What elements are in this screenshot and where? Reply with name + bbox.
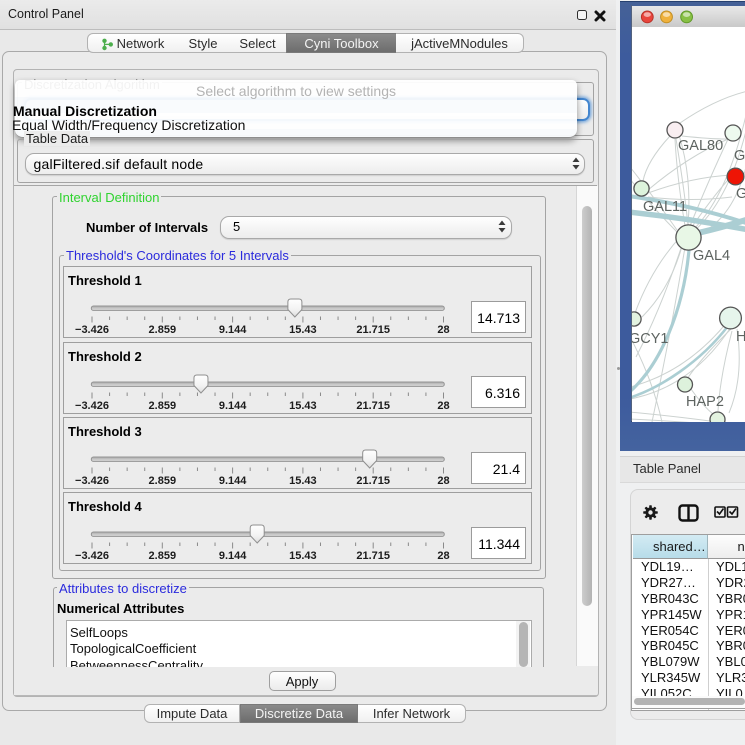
svg-text:G: G (736, 186, 745, 202)
svg-text:21.715: 21.715 (356, 475, 390, 487)
svg-text:9.144: 9.144 (219, 475, 247, 487)
svg-text:2.859: 2.859 (149, 400, 177, 412)
svg-text:HAP2: HAP2 (686, 394, 724, 410)
svg-text:28: 28 (437, 550, 449, 562)
svg-text:28: 28 (437, 324, 449, 336)
svg-text:21.715: 21.715 (356, 324, 390, 336)
svg-text:9.144: 9.144 (219, 550, 247, 562)
svg-text:GCY1: GCY1 (632, 331, 669, 347)
svg-text:15.43: 15.43 (289, 400, 317, 412)
svg-text:−3.426: −3.426 (75, 324, 109, 336)
svg-text:15.43: 15.43 (289, 550, 317, 562)
svg-text:28: 28 (437, 400, 449, 412)
svg-text:H: H (736, 329, 745, 345)
svg-text:28: 28 (437, 475, 449, 487)
svg-text:2.859: 2.859 (149, 324, 177, 336)
svg-text:21.715: 21.715 (356, 400, 390, 412)
svg-text:9.144: 9.144 (219, 324, 247, 336)
svg-text:GAL11: GAL11 (643, 199, 687, 215)
svg-text:GAL4: GAL4 (693, 248, 730, 264)
svg-text:−3.426: −3.426 (75, 400, 109, 412)
svg-text:G…: G… (734, 148, 745, 164)
svg-text:2.859: 2.859 (149, 475, 177, 487)
svg-text:21.715: 21.715 (356, 550, 390, 562)
svg-text:−3.426: −3.426 (75, 550, 109, 562)
svg-text:15.43: 15.43 (289, 475, 317, 487)
svg-text:15.43: 15.43 (289, 324, 317, 336)
svg-text:−3.426: −3.426 (75, 475, 109, 487)
svg-text:2.859: 2.859 (149, 550, 177, 562)
svg-text:GAL80: GAL80 (678, 138, 723, 154)
svg-text:9.144: 9.144 (219, 400, 247, 412)
